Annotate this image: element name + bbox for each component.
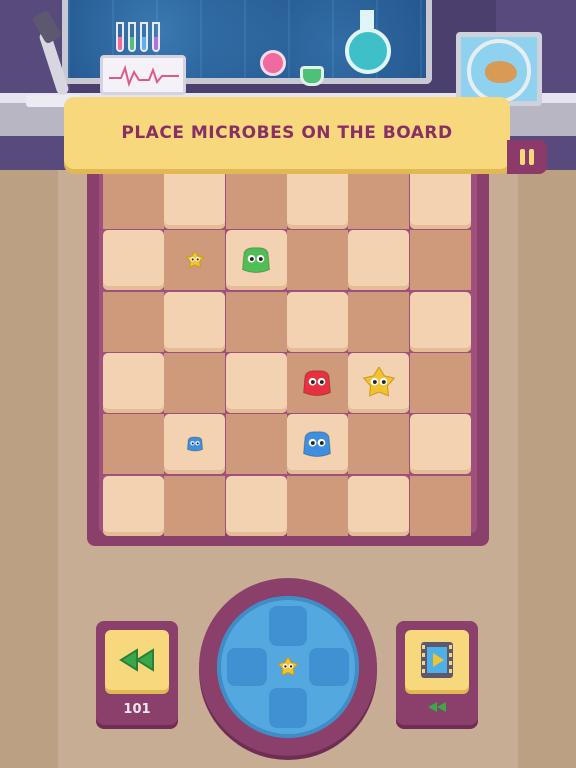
- hamster-wheel-icon: [456, 32, 542, 106]
- board-cell[interactable]: [225, 352, 287, 413]
- round-flask-icon: [345, 28, 391, 74]
- undo-face: [105, 630, 169, 690]
- dpad-up[interactable]: [269, 606, 307, 646]
- dpad-left[interactable]: [227, 648, 267, 686]
- board-cell[interactable]: [164, 169, 226, 229]
- video-hint-button[interactable]: [396, 621, 478, 725]
- board-cell[interactable]: [164, 352, 226, 413]
- dpad-control[interactable]: [199, 578, 377, 756]
- board-cell[interactable]: [103, 230, 164, 291]
- board-cell[interactable]: [103, 169, 164, 229]
- board-grid: [99, 161, 477, 536]
- blob-microbe[interactable]: [301, 367, 333, 399]
- film-play-icon: [421, 642, 453, 678]
- rewind-icon: [119, 648, 154, 672]
- board-cell[interactable]: [348, 414, 410, 475]
- board-cell[interactable]: [225, 475, 287, 536]
- board-cell[interactable]: [164, 291, 226, 352]
- board-cell[interactable]: [409, 414, 471, 475]
- dpad-down[interactable]: [269, 688, 307, 728]
- instruction-banner: PLACE MICROBES ON THE BOARD: [64, 97, 510, 169]
- dpad-right[interactable]: [309, 648, 349, 686]
- star-microbe[interactable]: [362, 366, 395, 399]
- board-cell[interactable]: [409, 230, 471, 291]
- star-microbe[interactable]: [185, 251, 204, 269]
- board-cell[interactable]: [348, 169, 410, 229]
- board-cell[interactable]: [348, 475, 410, 536]
- undo-button[interactable]: 101: [96, 621, 178, 725]
- board-cell[interactable]: [103, 414, 164, 475]
- pause-icon: [520, 149, 525, 165]
- board-cell[interactable]: [286, 230, 348, 291]
- board-cell[interactable]: [409, 475, 471, 536]
- heart-monitor-icon: [100, 55, 186, 95]
- board-cell[interactable]: [286, 169, 348, 229]
- board-cell[interactable]: [164, 475, 226, 536]
- pause-button[interactable]: [507, 140, 547, 174]
- board-cell[interactable]: [103, 475, 164, 536]
- pink-flask-icon: [260, 50, 286, 76]
- board-cell[interactable]: [409, 169, 471, 229]
- game-board: [87, 161, 489, 546]
- board-cell[interactable]: [409, 352, 471, 413]
- blob-microbe[interactable]: [301, 428, 333, 460]
- undo-count: 101: [123, 702, 151, 717]
- board-cell[interactable]: [348, 230, 410, 291]
- rewind-small-icon: [428, 702, 446, 712]
- blob-microbe[interactable]: [240, 244, 272, 276]
- blob-microbe[interactable]: [186, 435, 204, 453]
- board-cell[interactable]: [103, 352, 164, 413]
- board-cell[interactable]: [348, 291, 410, 352]
- green-beaker-icon: [300, 66, 324, 86]
- board-cell[interactable]: [225, 291, 287, 352]
- board-cell[interactable]: [103, 291, 164, 352]
- board-cell[interactable]: [409, 291, 471, 352]
- dpad-inner: [217, 596, 359, 738]
- dpad-center-microbe: [276, 655, 300, 679]
- board-cell[interactable]: [286, 291, 348, 352]
- board-cell[interactable]: [225, 414, 287, 475]
- video-hint-face: [405, 630, 469, 690]
- board-cell[interactable]: [286, 475, 348, 536]
- instruction-title: PLACE MICROBES ON THE BOARD: [121, 123, 453, 143]
- board-cell[interactable]: [225, 169, 287, 229]
- test-tubes-icon: [116, 22, 160, 52]
